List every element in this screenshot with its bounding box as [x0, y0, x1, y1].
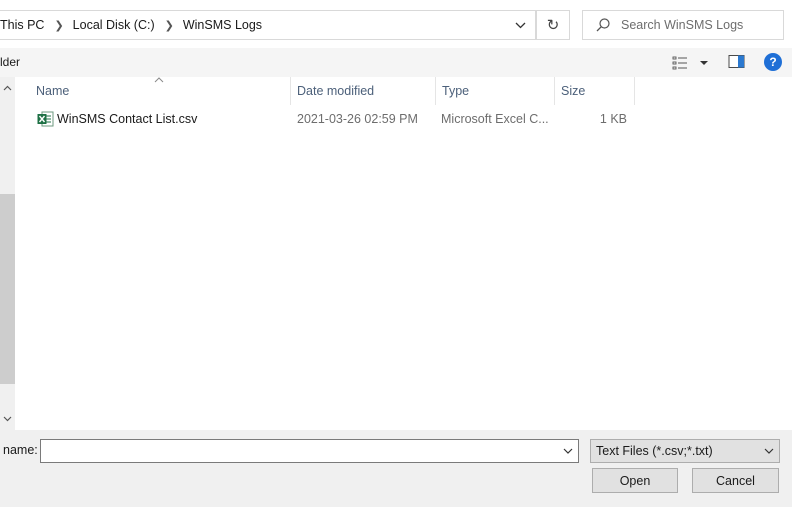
- chevron-right-icon[interactable]: ❯: [45, 19, 71, 32]
- change-view-button[interactable]: [672, 54, 712, 71]
- chevron-down-icon: [764, 448, 774, 454]
- search-placeholder: Search WinSMS Logs: [621, 18, 744, 32]
- breadcrumb-winsms-logs[interactable]: WinSMS Logs: [182, 18, 263, 32]
- breadcrumb: This PC ❯ Local Disk (C:) ❯ WinSMS Logs: [0, 11, 263, 39]
- search-icon: [595, 17, 611, 33]
- cancel-button[interactable]: Cancel: [692, 468, 779, 493]
- scroll-up-button[interactable]: [0, 79, 15, 97]
- file-list-panel: Name Date modified Type Size WinSMS Cont…: [0, 77, 792, 430]
- chevron-down-icon: [515, 22, 525, 28]
- column-size[interactable]: Size: [554, 77, 634, 105]
- chevron-down-icon: [563, 448, 573, 454]
- address-bar[interactable]: This PC ❯ Local Disk (C:) ❯ WinSMS Logs: [0, 10, 536, 40]
- navigation-scrollbar[interactable]: [0, 77, 15, 430]
- scroll-thumb[interactable]: [0, 194, 15, 384]
- address-history-dropdown[interactable]: [505, 11, 535, 39]
- caret-down-icon: [700, 60, 708, 65]
- breadcrumb-this-pc[interactable]: This PC: [0, 18, 45, 32]
- file-name: WinSMS Contact List.csv: [57, 112, 198, 126]
- chevron-right-icon[interactable]: ❯: [156, 19, 182, 32]
- column-size-label: Size: [561, 84, 586, 98]
- excel-csv-icon: [37, 111, 54, 127]
- help-button[interactable]: ?: [764, 53, 782, 71]
- file-list: Name Date modified Type Size WinSMS Cont…: [18, 77, 792, 430]
- file-name-input[interactable]: [40, 439, 579, 463]
- file-date-modified: 2021-03-26 02:59 PM: [297, 112, 418, 126]
- column-date-label: Date modified: [297, 84, 375, 98]
- preview-pane-icon: [728, 55, 745, 68]
- column-date-modified[interactable]: Date modified: [290, 77, 435, 105]
- column-type-label: Type: [442, 84, 470, 98]
- refresh-button[interactable]: ↻: [536, 10, 570, 40]
- column-divider[interactable]: [634, 77, 635, 105]
- column-header-row: Name Date modified Type Size: [18, 77, 792, 105]
- toolbar: lder ?: [0, 48, 792, 77]
- file-row[interactable]: WinSMS Contact List.csv 2021-03-26 02:59…: [18, 108, 638, 130]
- preview-pane-button[interactable]: [728, 54, 746, 71]
- search-input[interactable]: Search WinSMS Logs: [582, 10, 784, 40]
- sort-ascending-icon: [154, 75, 166, 85]
- file-type: Microsoft Excel C...: [441, 112, 549, 126]
- column-name-label: Name: [36, 84, 70, 98]
- chevron-down-icon: [3, 416, 12, 422]
- details-view-icon: [672, 56, 687, 69]
- file-size: 1 KB: [599, 112, 627, 126]
- open-button[interactable]: Open: [592, 468, 678, 493]
- file-type-dropdown[interactable]: [761, 440, 777, 462]
- file-type-select[interactable]: Text Files (*.csv;*.txt): [590, 439, 780, 463]
- new-folder-button[interactable]: lder: [0, 55, 20, 69]
- file-name-dropdown[interactable]: [558, 440, 578, 462]
- breadcrumb-local-disk[interactable]: Local Disk (C:): [72, 18, 156, 32]
- column-type[interactable]: Type: [435, 77, 554, 105]
- chevron-up-icon: [3, 85, 12, 91]
- file-type-value: Text Files (*.csv;*.txt): [596, 444, 713, 458]
- address-row: This PC ❯ Local Disk (C:) ❯ WinSMS Logs …: [0, 0, 792, 48]
- refresh-icon: ↻: [546, 17, 560, 34]
- help-icon: ?: [769, 55, 777, 69]
- scroll-down-button[interactable]: [0, 410, 15, 428]
- file-name-label: name:: [3, 443, 38, 457]
